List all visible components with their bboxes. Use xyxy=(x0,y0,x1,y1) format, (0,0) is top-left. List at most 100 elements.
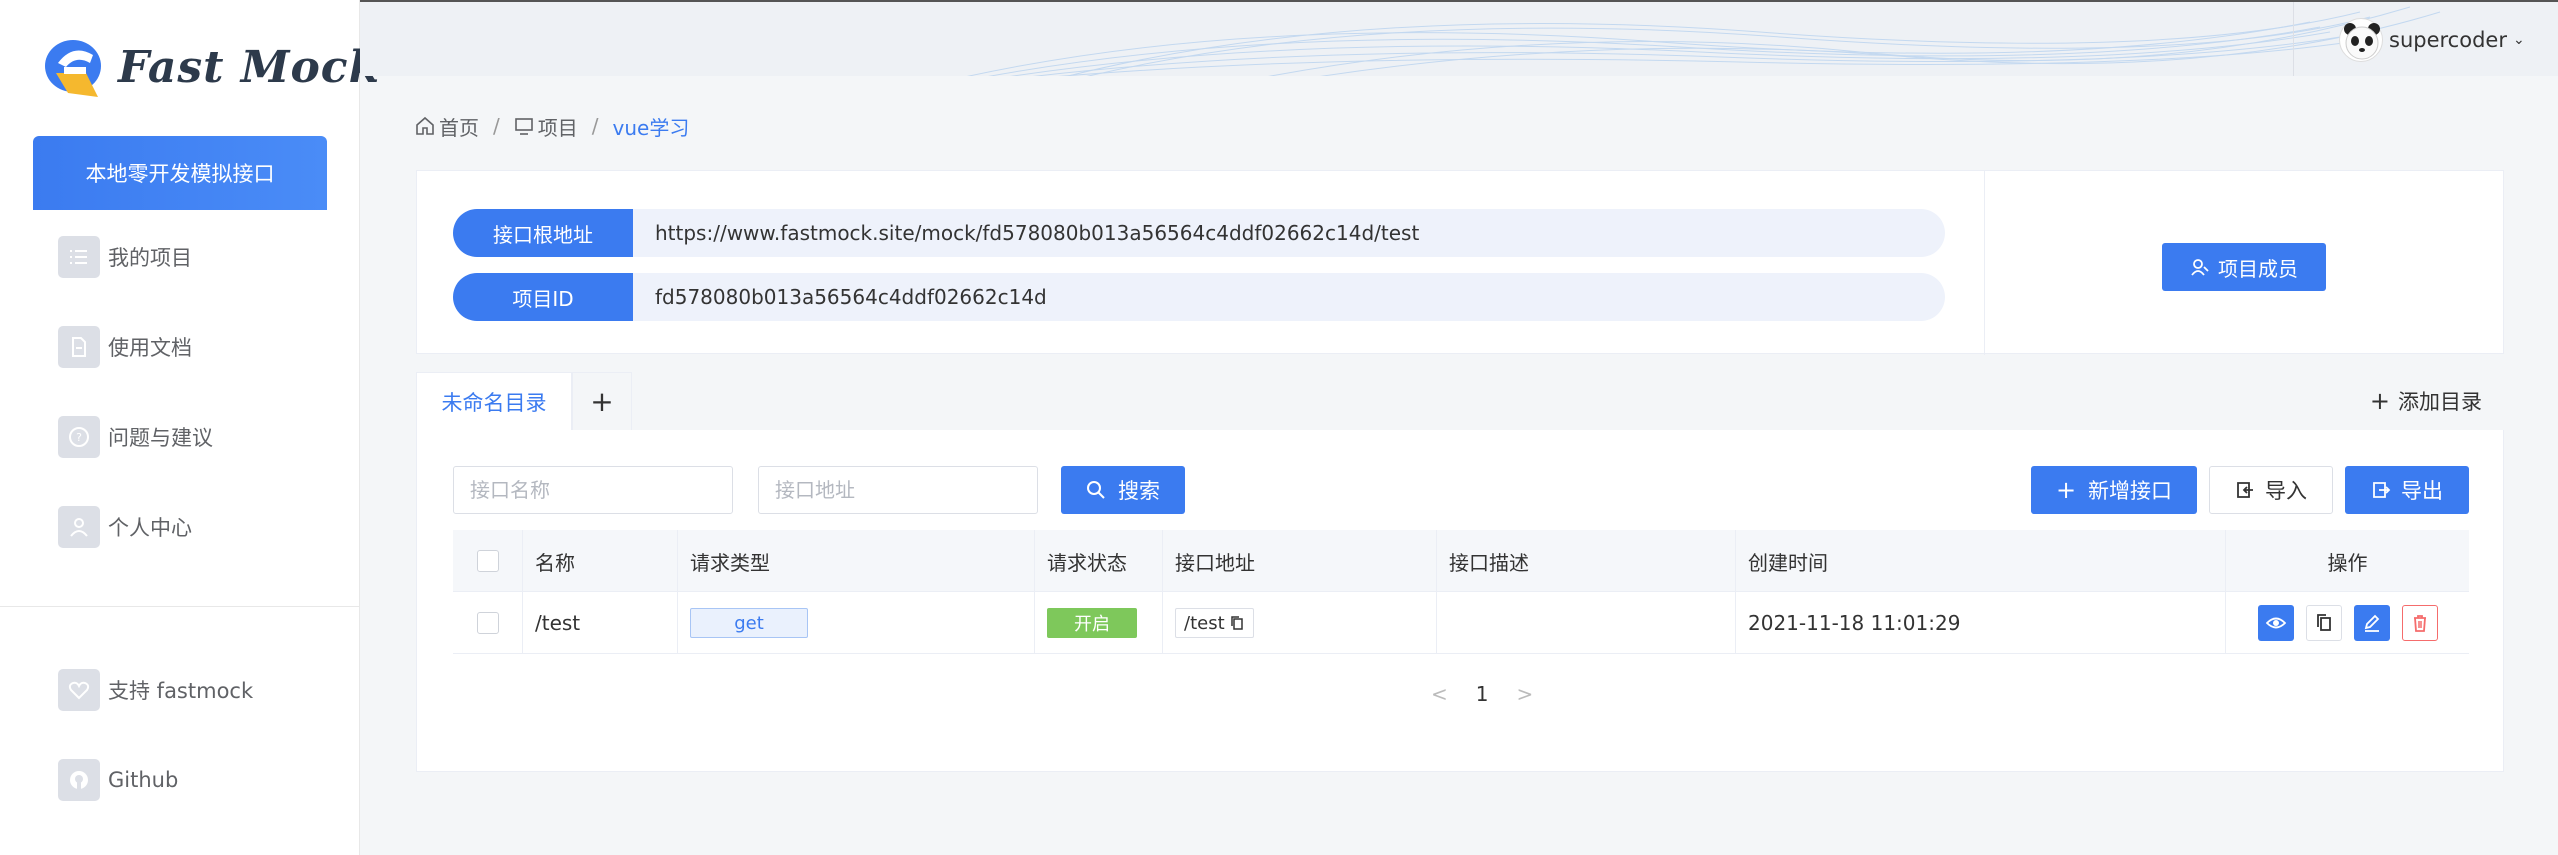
page-number[interactable]: 1 xyxy=(1476,682,1489,706)
breadcrumb-project-label: 项目 xyxy=(537,115,578,140)
sidebar-item-my-projects[interactable]: 我的项目 xyxy=(58,235,192,279)
monitor-icon xyxy=(514,118,533,135)
home-icon xyxy=(416,116,434,135)
method-tag: get xyxy=(690,608,808,638)
panel-divider xyxy=(1984,171,1985,355)
select-all-checkbox[interactable] xyxy=(476,550,499,572)
project-members-label: 项目成员 xyxy=(2218,256,2298,281)
header-created-time[interactable]: 创建时间 xyxy=(1736,530,2226,592)
row-select-cell xyxy=(453,592,523,654)
plus-icon: + xyxy=(2055,476,2077,504)
cell-url: /test xyxy=(1163,592,1437,654)
svg-text:?: ? xyxy=(76,431,82,444)
sidebar-item-feedback[interactable]: ? 问题与建议 xyxy=(58,415,213,459)
header-method[interactable]: 请求类型 xyxy=(678,530,1035,592)
sidebar-item-support[interactable]: 支持 fastmock xyxy=(58,668,253,712)
add-tab-button[interactable]: + xyxy=(572,372,632,430)
cell-name: /test xyxy=(523,592,678,654)
project-id-label: 项目ID xyxy=(453,273,633,321)
api-name-input[interactable] xyxy=(453,466,733,514)
sidebar-item-label: 问题与建议 xyxy=(108,426,213,450)
cta-banner[interactable]: 本地零开发模拟接口 xyxy=(33,136,327,210)
username: supercoder xyxy=(2389,28,2507,52)
api-list-panel: 搜索 + 新增接口 导入 导出 名称 请求类型 请求状态 接口地址 接口描述 创… xyxy=(416,430,2504,772)
import-icon xyxy=(2237,482,2253,498)
api-url-input[interactable] xyxy=(758,466,1038,514)
plus-icon: + xyxy=(2369,387,2390,415)
new-api-button[interactable]: + 新增接口 xyxy=(2031,466,2197,514)
trash-icon xyxy=(2413,615,2426,632)
status-badge[interactable]: 开启 xyxy=(1047,608,1137,638)
sidebar-item-label: Github xyxy=(108,768,179,792)
next-page-button[interactable]: > xyxy=(1517,682,1534,706)
new-api-label: 新增接口 xyxy=(2088,479,2173,503)
logo[interactable]: Fast Mock xyxy=(38,30,379,105)
sidebar-item-label: 使用文档 xyxy=(108,336,192,360)
export-icon xyxy=(2373,482,2391,498)
import-button[interactable]: 导入 xyxy=(2209,466,2333,514)
breadcrumb-separator: / xyxy=(591,114,599,138)
select-all-cell xyxy=(453,530,523,592)
sidebar-divider xyxy=(0,606,360,607)
cell-description xyxy=(1437,592,1736,654)
sidebar-item-label: 个人中心 xyxy=(108,516,192,540)
root-url-row: 接口根地址 https://www.fastmock.site/mock/fd5… xyxy=(453,209,1945,257)
url-text: /test xyxy=(1184,612,1225,634)
header-actions: 操作 xyxy=(2327,550,2368,575)
chevron-down-icon: ⌄ xyxy=(2512,32,2525,48)
table-row: /test get 开启 /test 2021-11-18 11:01:29 xyxy=(453,592,2469,654)
root-url-label: 接口根地址 xyxy=(453,209,633,257)
search-button[interactable]: 搜索 xyxy=(1061,466,1185,514)
add-directory-label: 添加目录 xyxy=(2398,390,2482,414)
root-url-value[interactable]: https://www.fastmock.site/mock/fd578080b… xyxy=(633,209,1945,257)
project-id-row: 项目ID fd578080b013a56564c4ddf02662c14d xyxy=(453,273,1945,321)
project-members-button[interactable]: 项目成员 xyxy=(2162,243,2326,291)
document-icon xyxy=(58,326,100,368)
export-label: 导出 xyxy=(2401,479,2443,503)
view-button[interactable] xyxy=(2257,605,2294,641)
breadcrumb: 首页 / 项目 / vue学习 xyxy=(415,110,689,142)
header-name[interactable]: 名称 xyxy=(523,530,678,592)
decorative-waves xyxy=(966,6,2441,76)
breadcrumb-home[interactable]: 首页 xyxy=(415,112,479,141)
panda-avatar-icon xyxy=(2339,18,2383,62)
project-id-value[interactable]: fd578080b013a56564c4ddf02662c14d xyxy=(633,273,1945,321)
import-label: 导入 xyxy=(2265,479,2307,503)
add-directory-button[interactable]: + 添加目录 xyxy=(2370,386,2482,416)
search-label: 搜索 xyxy=(1118,479,1160,503)
breadcrumb-home-label: 首页 xyxy=(439,115,479,140)
edit-button[interactable] xyxy=(2353,605,2390,641)
user-icon xyxy=(58,506,100,548)
list-icon xyxy=(58,236,100,278)
github-icon xyxy=(58,759,100,801)
header-description[interactable]: 接口描述 xyxy=(1437,530,1736,592)
delete-button[interactable] xyxy=(2401,605,2438,641)
top-bar: supercoder ⌄ xyxy=(360,0,2558,76)
cell-status: 开启 xyxy=(1035,592,1163,654)
header-status[interactable]: 请求状态 xyxy=(1035,530,1163,592)
cell-method: get xyxy=(678,592,1035,654)
export-button[interactable]: 导出 xyxy=(2345,466,2469,514)
copy-button[interactable] xyxy=(2305,605,2342,641)
copy-icon xyxy=(2316,614,2331,631)
heart-icon xyxy=(58,669,100,711)
prev-page-button[interactable]: < xyxy=(1431,682,1448,706)
tab-unnamed-directory[interactable]: 未命名目录 xyxy=(416,372,572,430)
question-icon: ? xyxy=(58,416,100,458)
url-copy-tag[interactable]: /test xyxy=(1175,608,1254,638)
row-checkbox[interactable] xyxy=(476,612,499,634)
sidebar-item-github[interactable]: Github xyxy=(58,758,178,802)
pagination: < 1 > xyxy=(1417,682,1547,706)
copy-icon xyxy=(1230,616,1243,630)
logo-mark-icon xyxy=(38,33,108,103)
breadcrumb-project[interactable]: 项目 xyxy=(514,112,578,141)
cell-created-time: 2021-11-18 11:01:29 xyxy=(1736,592,2226,654)
directory-tabs: 未命名目录 + + 添加目录 xyxy=(416,372,2504,430)
sidebar-item-profile[interactable]: 个人中心 xyxy=(58,505,192,549)
sidebar-item-label: 我的项目 xyxy=(108,246,192,270)
table-header-row: 名称 请求类型 请求状态 接口地址 接口描述 创建时间 操作 xyxy=(453,530,2469,592)
user-menu[interactable]: supercoder ⌄ xyxy=(2293,2,2558,76)
header-url[interactable]: 接口地址 xyxy=(1163,530,1437,592)
breadcrumb-current: vue学习 xyxy=(612,115,690,140)
sidebar-item-docs[interactable]: 使用文档 xyxy=(58,325,192,369)
